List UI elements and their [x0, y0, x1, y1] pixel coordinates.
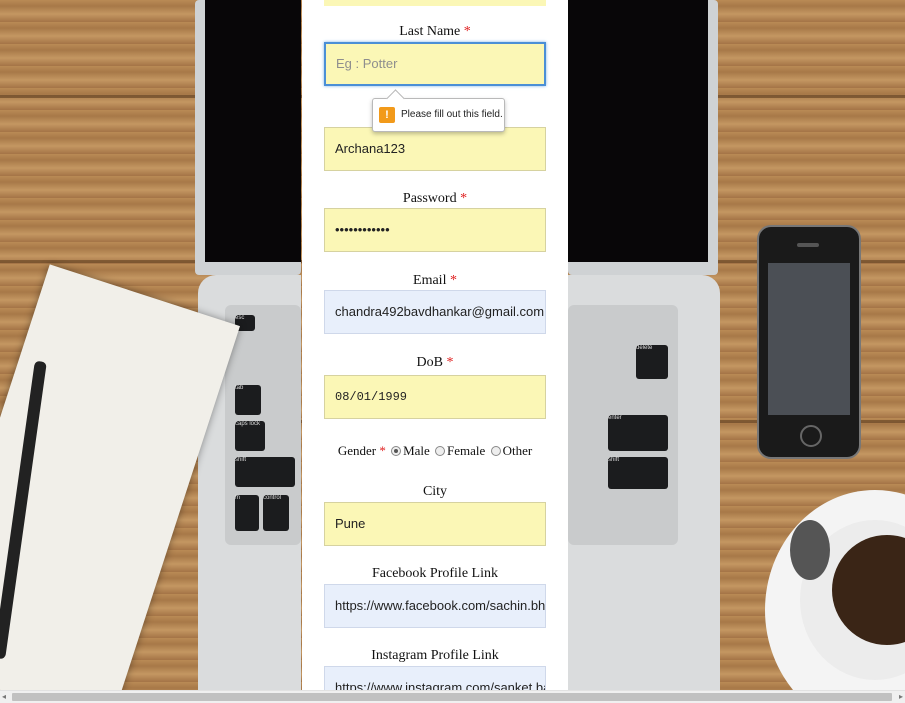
- last-name-label: Last Name *: [399, 24, 471, 39]
- password-input[interactable]: ••••••••••••: [324, 208, 546, 252]
- keyboard-right: delete enter shift: [568, 305, 678, 545]
- instagram-label: Instagram Profile Link: [371, 648, 499, 663]
- key: caps lock: [235, 421, 265, 451]
- previous-field-edge: [324, 0, 546, 6]
- city-label: City: [422, 484, 448, 499]
- key: fn: [235, 495, 259, 531]
- scroll-left-arrow-icon[interactable]: ◂: [2, 691, 6, 703]
- gender-male-radio[interactable]: [391, 446, 402, 457]
- gender-female-radio[interactable]: [435, 446, 446, 457]
- gender-label: Gender: [337, 443, 377, 458]
- horizontal-scrollbar[interactable]: ◂ ▸: [0, 690, 905, 703]
- scroll-right-arrow-icon[interactable]: ▸: [899, 691, 903, 703]
- username-input[interactable]: Archana123: [324, 127, 546, 171]
- gender-field: Gender * Male Female Other: [337, 443, 533, 458]
- laptop-screen-left: [195, 0, 301, 275]
- password-label: Password *: [402, 191, 468, 206]
- facebook-label: Facebook Profile Link: [372, 566, 498, 581]
- dob-input[interactable]: 08/01/1999: [324, 375, 546, 419]
- key: control: [263, 495, 289, 531]
- city-input[interactable]: Pune: [324, 502, 546, 546]
- laptop-screen-right: [568, 0, 718, 275]
- email-label: Email *: [413, 273, 457, 288]
- key: delete: [636, 345, 668, 379]
- keyboard-left: esc tab caps lock shift fn control: [225, 305, 301, 545]
- smartphone: [757, 225, 861, 459]
- email-input[interactable]: chandra492bavdhankar@gmail.com: [324, 290, 546, 334]
- registration-form: Last Name * Eg : Potter Archana123 ! Ple…: [302, 0, 568, 690]
- key: shift: [608, 457, 668, 489]
- key: enter: [608, 415, 668, 451]
- dob-label: DoB *: [416, 355, 454, 370]
- gender-other-label[interactable]: Other: [503, 443, 533, 458]
- last-name-input[interactable]: Eg : Potter: [324, 42, 546, 86]
- scrollbar-thumb[interactable]: [12, 693, 892, 701]
- spoon: [790, 520, 830, 580]
- key: tab: [235, 385, 261, 415]
- facebook-input[interactable]: https://www.facebook.com/sachin.bhau.18: [324, 584, 546, 628]
- gender-female-label[interactable]: Female: [447, 443, 485, 458]
- key: shift: [235, 457, 295, 487]
- gender-male-label[interactable]: Male: [403, 443, 430, 458]
- instagram-input[interactable]: https://www.instagram.com/sanket.basash: [324, 666, 546, 690]
- validation-message: Please fill out this field.: [401, 109, 503, 120]
- validation-tooltip: ! Please fill out this field.: [372, 98, 505, 132]
- gender-other-radio[interactable]: [490, 446, 501, 457]
- warning-icon: !: [379, 107, 395, 123]
